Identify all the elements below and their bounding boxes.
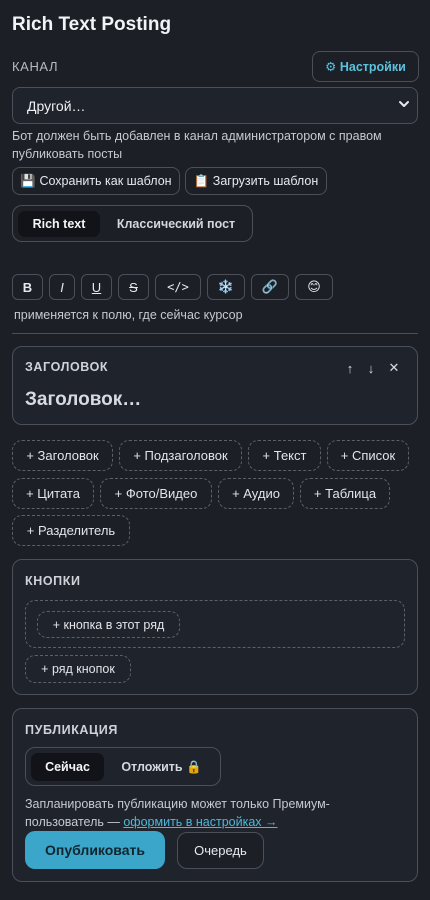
publish-button[interactable]: Опубликовать (25, 831, 165, 869)
add-media-button[interactable]: + Фото/Видео (100, 478, 212, 509)
add-list-button[interactable]: + Список (327, 440, 409, 471)
schedule-note: Запланировать публикацию может только Пр… (25, 795, 385, 831)
load-template-button[interactable]: 📋 Загрузить шаблон (185, 167, 327, 195)
publish-mode-tabs: Сейчас Отложить 🔒 (25, 747, 221, 786)
close-icon[interactable]: ✕ (386, 360, 402, 376)
button-row: + кнопка в этот ряд (25, 600, 405, 648)
chevron-down-icon (399, 101, 409, 107)
divider (12, 333, 418, 334)
queue-button[interactable]: Очередь (177, 832, 264, 869)
add-subheading-button[interactable]: + Подзаголовок (119, 440, 242, 471)
add-heading-button[interactable]: + Заголовок (12, 440, 113, 471)
add-quote-button[interactable]: + Цитата (12, 478, 94, 509)
heading-block-label: ЗАГОЛОВОК (25, 360, 109, 374)
buttons-section-label: КНОПКИ (25, 574, 81, 588)
strikethrough-button[interactable]: S (118, 274, 149, 300)
tab-now[interactable]: Сейчас (31, 753, 104, 781)
link-button[interactable]: 🔗 (251, 274, 289, 300)
spoiler-button[interactable]: ❄️ (207, 274, 245, 300)
tab-rich-text[interactable]: Rich text (18, 211, 100, 237)
code-button[interactable]: </> (155, 274, 201, 300)
settings-button[interactable]: ⚙ Настройки (312, 51, 419, 82)
add-button-row[interactable]: + ряд кнопок (25, 655, 131, 683)
buttons-section: КНОПКИ + кнопка в этот ряд + ряд кнопок (12, 559, 418, 695)
bold-button[interactable]: B (12, 274, 43, 300)
underline-button[interactable]: U (81, 274, 112, 300)
channel-select[interactable]: Другой… (12, 87, 418, 124)
add-button-in-row[interactable]: + кнопка в этот ряд (37, 611, 180, 638)
add-audio-button[interactable]: + Аудио (218, 478, 294, 509)
add-text-button[interactable]: + Текст (248, 440, 321, 471)
page-title: Rich Text Posting (12, 14, 172, 35)
heading-block: ЗАГОЛОВОК ↑ ↓ ✕ Заголовок… (12, 346, 418, 425)
channel-label: КАНАЛ (12, 59, 59, 74)
settings-link[interactable]: оформить в настройках → (123, 815, 277, 829)
heading-input[interactable]: Заголовок… (25, 389, 141, 411)
move-down-icon[interactable]: ↓ (363, 360, 379, 376)
italic-button[interactable]: I (49, 274, 75, 300)
publication-label: ПУБЛИКАЦИЯ (25, 723, 118, 737)
emoji-button[interactable]: 😊 (295, 274, 333, 300)
tab-schedule[interactable]: Отложить 🔒 (109, 753, 214, 781)
save-template-button[interactable]: 💾 Сохранить как шаблон (12, 167, 180, 195)
move-up-icon[interactable]: ↑ (342, 360, 358, 376)
mode-tabs: Rich text Классический пост (12, 205, 253, 242)
channel-hint: Бот должен быть добавлен в канал админис… (12, 129, 382, 161)
add-table-button[interactable]: + Таблица (300, 478, 390, 509)
toolbar-hint: применяется к полю, где сейчас курсор (14, 308, 243, 322)
channel-select-value: Другой… (27, 97, 86, 114)
add-divider-button[interactable]: + Разделитель (12, 515, 130, 546)
tab-classic-post[interactable]: Классический пост (105, 211, 247, 237)
